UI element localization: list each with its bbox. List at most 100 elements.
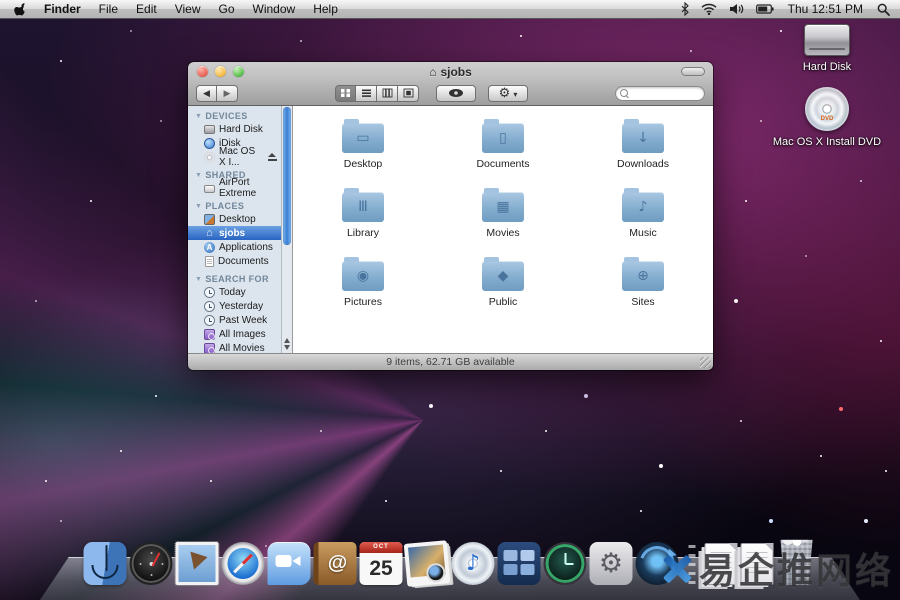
action-menu-button[interactable] (488, 85, 528, 102)
column-view-glyph (382, 88, 393, 98)
dock-trash-icon[interactable] (777, 538, 817, 585)
menu-go[interactable]: Go (210, 0, 244, 19)
menu-view[interactable]: View (166, 0, 210, 19)
window-titlebar[interactable]: sjobs (188, 62, 713, 81)
sidebar-header-devices[interactable]: ▼DEVICES (188, 110, 281, 122)
sidebar-header-places[interactable]: ▼PLACES (188, 200, 281, 212)
sidebar-item-yesterday[interactable]: Yesterday (188, 299, 281, 313)
finder-content-area[interactable]: ▭ Desktop ▯ Documents ↓ Downloads Ⅲ Libr… (293, 106, 713, 353)
sidebar-item-airport-extreme[interactable]: AirPort Extreme (188, 181, 281, 195)
list-view-button[interactable] (356, 85, 377, 102)
folder-sites[interactable]: ⊕ Sites (573, 256, 713, 316)
menu-bar-clock[interactable]: Thu 12:51 PM (782, 2, 869, 16)
folder-desktop[interactable]: ▭ Desktop (293, 118, 433, 178)
document-glyph-icon: ▯ (499, 131, 507, 145)
apple-logo-icon (14, 2, 27, 17)
dock-dashboard-icon[interactable] (130, 542, 173, 585)
sidebar-item-today[interactable]: Today (188, 285, 281, 299)
battery-menu-extra[interactable] (752, 4, 778, 14)
install-dvd-label: Mac OS X Install DVD (773, 136, 881, 148)
sidebar-item-documents[interactable]: Documents (188, 254, 281, 268)
folder-movies[interactable]: ▦ Movies (433, 187, 573, 247)
dock-mail-icon[interactable] (176, 542, 219, 585)
folder-library[interactable]: Ⅲ Library (293, 187, 433, 247)
download-arrow-glyph-icon: ↓ (637, 131, 649, 145)
dock-system-preferences-icon[interactable] (590, 542, 633, 585)
menu-file[interactable]: File (90, 0, 127, 19)
hard-disk-icon (804, 24, 850, 56)
disclosure-triangle-icon: ▼ (195, 113, 202, 120)
sidebar-item-macosx-disc[interactable]: Mac OS X I... (188, 150, 281, 164)
columns-glyph-icon: Ⅲ (358, 200, 368, 214)
smart-folder-icon (204, 329, 215, 340)
sidebar-scrollbar[interactable] (281, 106, 292, 353)
disc-icon (204, 152, 215, 163)
dock-finder-icon[interactable] (84, 542, 127, 585)
desktop-icon-install-dvd[interactable]: DVD Mac OS X Install DVD (772, 87, 882, 148)
folder-pictures[interactable]: ◉ Pictures (293, 256, 433, 316)
icon-view-button[interactable] (335, 85, 356, 102)
volume-menu-extra[interactable] (725, 3, 748, 15)
folder-label: Sites (631, 296, 654, 308)
sidebar-item-desktop[interactable]: Desktop (188, 212, 281, 226)
back-button[interactable]: ◀ (196, 85, 217, 102)
gear-icon (499, 85, 511, 101)
film-glyph-icon: ▦ (496, 200, 509, 214)
apple-menu[interactable] (6, 2, 35, 17)
dvd-disc-text: DVD (805, 116, 849, 122)
coverflow-view-button[interactable] (398, 85, 419, 102)
search-input[interactable] (631, 88, 700, 99)
scroll-up-arrow[interactable] (284, 338, 290, 343)
dock-iphoto-icon[interactable] (404, 540, 451, 587)
quick-look-button[interactable] (436, 85, 476, 102)
folder-label: Library (347, 227, 379, 239)
dock-ichat-icon[interactable] (268, 542, 311, 585)
dock-ical-icon[interactable]: OCT 25 (360, 542, 403, 585)
column-view-button[interactable] (377, 85, 398, 102)
menu-edit[interactable]: Edit (127, 0, 166, 19)
dock-downloads-stack-icon[interactable] (741, 543, 774, 585)
dock-time-machine-icon[interactable] (544, 542, 587, 585)
dock-spaces-icon[interactable] (498, 542, 541, 585)
dock-documents-stack-icon[interactable] (705, 543, 738, 585)
sidebar-item-hard-disk[interactable]: Hard Disk (188, 122, 281, 136)
sidebar-item-applications[interactable]: Applications (188, 240, 281, 254)
folder-label: Desktop (344, 158, 383, 170)
icon-view-glyph (340, 88, 351, 98)
scroll-down-arrow[interactable] (284, 345, 290, 350)
search-field[interactable] (615, 86, 705, 101)
folder-label: Music (629, 227, 656, 239)
status-text: 9 items, 62.71 GB available (386, 356, 514, 368)
sidebar-header-search-for[interactable]: ▼SEARCH FOR (188, 273, 281, 285)
spotlight-menu-extra[interactable] (873, 3, 894, 16)
resize-grip[interactable] (700, 357, 711, 368)
sidebar-item-sjobs[interactable]: ⌂sjobs (188, 226, 281, 240)
toolbar-toggle-button[interactable] (681, 67, 705, 76)
search-icon (620, 89, 628, 97)
folder-downloads[interactable]: ↓ Downloads (573, 118, 713, 178)
forward-button[interactable]: ▶ (217, 85, 238, 102)
folder-music[interactable]: ♪ Music (573, 187, 713, 247)
scrollbar-thumb[interactable] (283, 107, 291, 245)
wifi-menu-extra[interactable] (697, 3, 721, 15)
folder-icon: ▦ (482, 192, 524, 222)
sidebar-item-all-images[interactable]: All Images (188, 327, 281, 341)
dock-software-update-icon[interactable] (636, 542, 679, 585)
menu-finder[interactable]: Finder (35, 0, 90, 19)
menu-window[interactable]: Window (244, 0, 305, 19)
dock-itunes-icon[interactable] (452, 542, 495, 585)
folder-icon: ♪ (622, 192, 664, 222)
folder-documents[interactable]: ▯ Documents (433, 118, 573, 178)
menu-help[interactable]: Help (304, 0, 347, 19)
sidebar-item-all-movies[interactable]: All Movies (188, 341, 281, 353)
bluetooth-menu-extra[interactable] (677, 2, 693, 16)
sidebar-item-past-week[interactable]: Past Week (188, 313, 281, 327)
person-diamond-glyph-icon: ◆ (498, 269, 509, 283)
eject-icon[interactable] (268, 153, 277, 161)
folder-public[interactable]: ◆ Public (433, 256, 573, 316)
dock-safari-icon[interactable] (222, 542, 265, 585)
dock-address-book-icon[interactable] (314, 542, 357, 585)
desktop-icon-hard-disk[interactable]: Hard Disk (772, 24, 882, 73)
home-icon (429, 65, 440, 79)
clock-icon (204, 301, 215, 312)
